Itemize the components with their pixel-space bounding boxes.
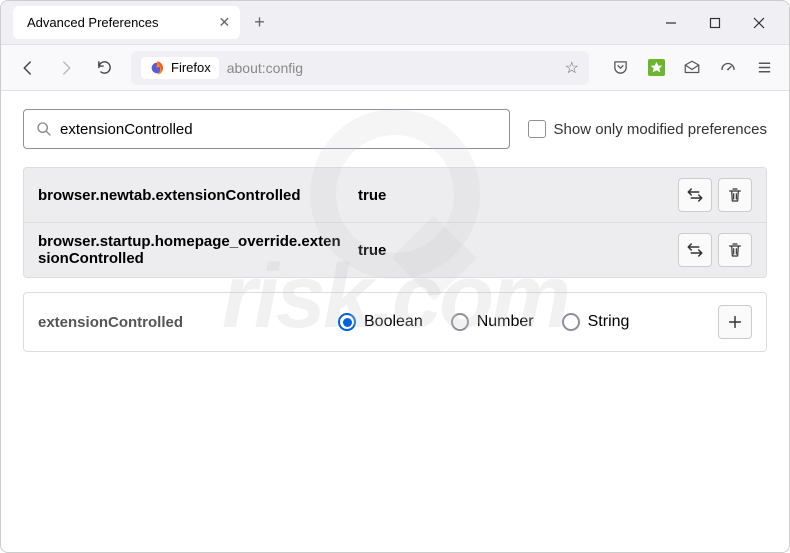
url-bar[interactable]: Firefox about:config ☆ — [131, 51, 589, 85]
radio-icon — [562, 313, 580, 331]
new-tab-button[interactable]: + — [254, 12, 265, 33]
browser-tab[interactable]: Advanced Preferences ✕ — [13, 6, 240, 39]
firefox-badge: Firefox — [141, 57, 219, 79]
pref-value: true — [358, 242, 668, 259]
mail-icon[interactable] — [677, 53, 707, 83]
type-boolean-radio[interactable]: Boolean — [338, 313, 423, 331]
radio-icon — [451, 313, 469, 331]
pref-name: browser.startup.homepage_override.extens… — [38, 233, 348, 267]
preferences-list: browser.newtab.extensionControlled true … — [23, 167, 767, 278]
type-number-radio[interactable]: Number — [451, 313, 534, 331]
type-options: Boolean Number String — [338, 313, 708, 331]
pref-name: browser.newtab.extensionControlled — [38, 187, 348, 204]
minimize-button[interactable] — [663, 15, 679, 31]
search-box[interactable] — [23, 109, 510, 149]
extension-icon[interactable] — [641, 53, 671, 83]
firefox-icon — [149, 60, 165, 76]
url-text: about:config — [227, 60, 303, 76]
pref-row[interactable]: browser.newtab.extensionControlled true — [24, 168, 766, 222]
show-modified-label[interactable]: Show only modified preferences — [528, 120, 767, 138]
delete-button[interactable] — [718, 178, 752, 212]
titlebar: Advanced Preferences ✕ + — [1, 1, 789, 45]
bookmark-star-icon[interactable]: ☆ — [565, 58, 579, 78]
tab-title: Advanced Preferences — [27, 15, 159, 30]
reload-button[interactable] — [87, 51, 121, 85]
toggle-button[interactable] — [678, 178, 712, 212]
pref-row[interactable]: browser.startup.homepage_override.extens… — [24, 222, 766, 277]
about-config-content: Show only modified preferences browser.n… — [1, 91, 789, 552]
pref-value: true — [358, 187, 668, 204]
pocket-icon[interactable] — [605, 53, 635, 83]
add-button[interactable] — [718, 305, 752, 339]
type-string-radio[interactable]: String — [562, 313, 630, 331]
browser-toolbar: Firefox about:config ☆ — [1, 45, 789, 91]
close-window-button[interactable] — [751, 15, 767, 31]
show-modified-checkbox[interactable] — [528, 120, 546, 138]
close-tab-icon[interactable]: ✕ — [219, 14, 231, 31]
back-button[interactable] — [11, 51, 45, 85]
delete-button[interactable] — [718, 233, 752, 267]
dashboard-icon[interactable] — [713, 53, 743, 83]
add-preference-row: extensionControlled Boolean Number Strin… — [23, 292, 767, 352]
search-icon — [36, 121, 52, 137]
menu-icon[interactable] — [749, 53, 779, 83]
toggle-button[interactable] — [678, 233, 712, 267]
forward-button[interactable] — [49, 51, 83, 85]
search-input[interactable] — [60, 121, 497, 138]
maximize-button[interactable] — [707, 15, 723, 31]
radio-icon — [338, 313, 356, 331]
new-pref-name: extensionControlled — [38, 314, 328, 331]
